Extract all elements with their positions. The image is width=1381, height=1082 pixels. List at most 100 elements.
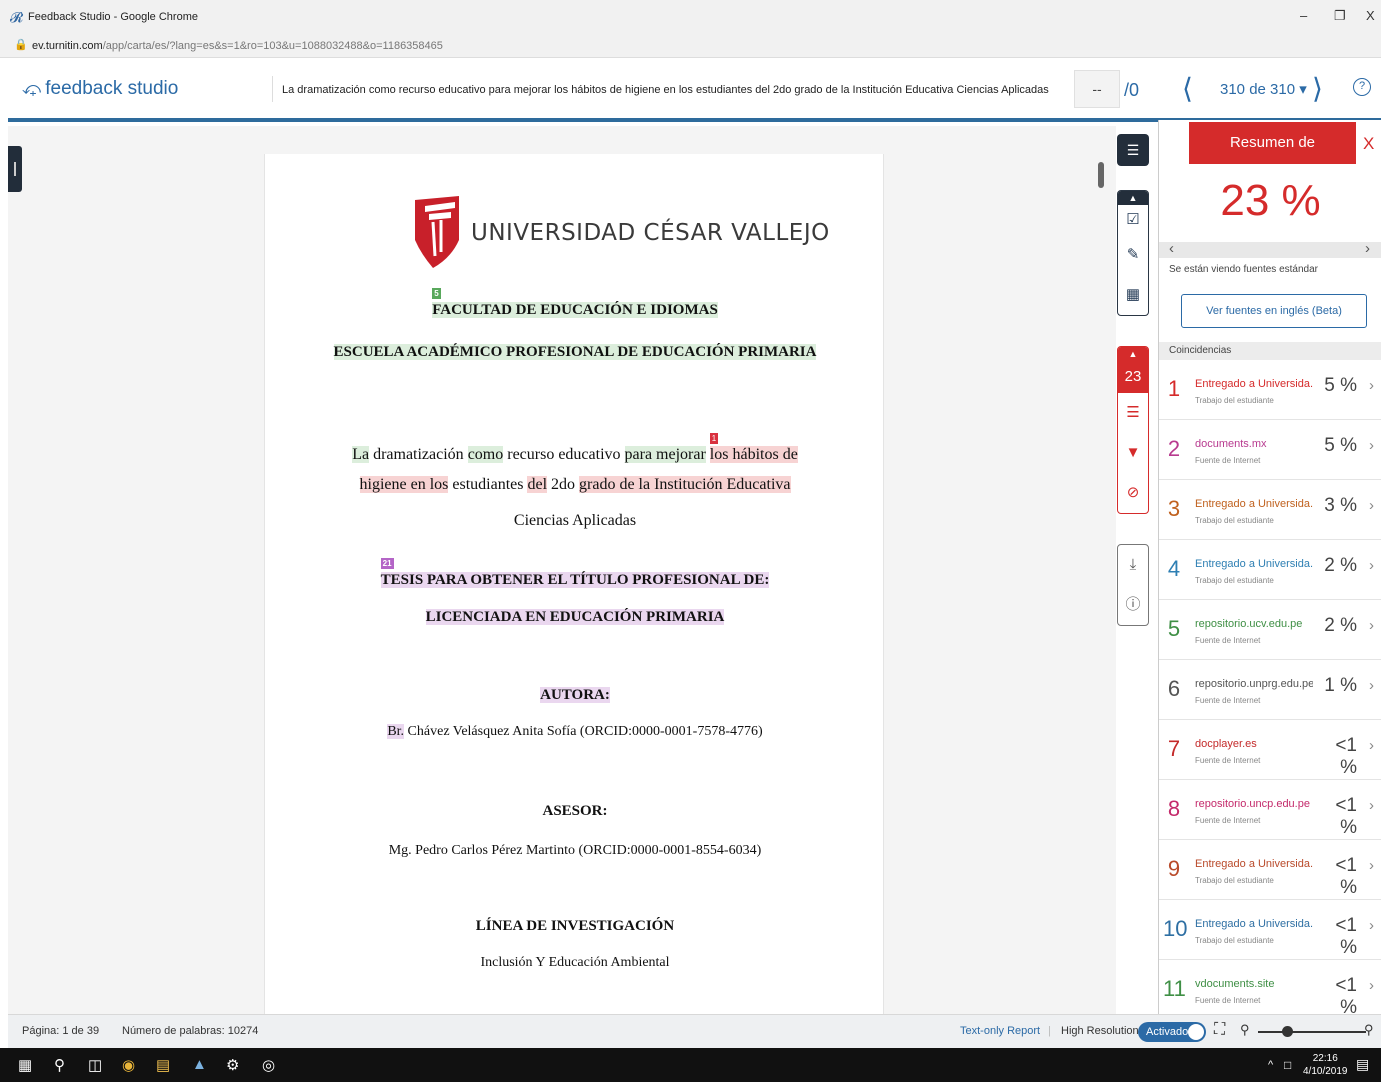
- match-expand-chevron-icon[interactable]: ›: [1369, 557, 1374, 574]
- school-text[interactable]: ESCUELA ACADÉMICO PROFESIONAL DE EDUCACI…: [333, 344, 817, 360]
- match-expand-chevron-icon[interactable]: ›: [1369, 497, 1374, 514]
- match-expand-chevron-icon[interactable]: ›: [1369, 377, 1374, 394]
- thesis-text-2[interactable]: LICENCIADA EN EDUCACIÓN PRIMARIA: [425, 609, 725, 625]
- text-only-report-link[interactable]: Text-only Report: [960, 1025, 1040, 1037]
- thesis-text-1[interactable]: TESIS PARA OBTENER EL TÍTULO PROFESIONAL…: [380, 572, 770, 588]
- zoom-slider[interactable]: [1258, 1031, 1366, 1033]
- match-source[interactable]: Entregado a Universida...: [1195, 918, 1313, 930]
- match-expand-chevron-icon[interactable]: ›: [1369, 977, 1374, 994]
- match-source[interactable]: vdocuments.site: [1195, 978, 1313, 990]
- windows-start-icon[interactable]: ▦: [18, 1056, 32, 1074]
- faculty-text[interactable]: FACULTAD DE EDUCACIÓN E IDIOMAS: [432, 302, 718, 318]
- panel-close-icon[interactable]: X: [1363, 134, 1374, 154]
- filter-icon[interactable]: ▼: [1118, 433, 1148, 473]
- title-part-dramatizacion: dramatización: [369, 446, 468, 463]
- match-tag-21[interactable]: 21: [380, 558, 394, 569]
- match-source-type: Fuente de Internet: [1195, 996, 1261, 1005]
- grade-input[interactable]: --: [1074, 70, 1120, 108]
- match-row[interactable]: 3 Entregado a Universida... Trabajo del es…: [1159, 480, 1381, 540]
- layers-icon[interactable]: ☰: [1117, 134, 1149, 166]
- paper-navigator-dropdown[interactable]: 310 de 310 ▾: [1220, 80, 1307, 98]
- panel-prev-chevron-icon[interactable]: ‹: [1169, 240, 1174, 257]
- url-text[interactable]: ev.turnitin.com/app/carta/es/?lang=es&s=…: [32, 40, 443, 52]
- fullscreen-icon[interactable]: ⛶: [1214, 1021, 1225, 1039]
- match-source[interactable]: Entregado a Universida...: [1195, 498, 1313, 510]
- previous-paper-chevron-icon[interactable]: ⟨: [1182, 72, 1193, 105]
- help-icon[interactable]: ?: [1353, 78, 1371, 96]
- match-row[interactable]: 8 repositorio.uncp.edu.pe Fuente de Intern…: [1159, 780, 1381, 840]
- match-expand-chevron-icon[interactable]: ›: [1369, 857, 1374, 874]
- rubric-grid-icon[interactable]: ▦: [1118, 275, 1148, 315]
- match-expand-chevron-icon[interactable]: ›: [1369, 617, 1374, 634]
- title-part-grado[interactable]: grado de la Institución Educativa: [579, 476, 791, 493]
- match-expand-chevron-icon[interactable]: ›: [1369, 917, 1374, 934]
- author-prefix[interactable]: Br.: [387, 724, 405, 739]
- tray-expand-icon[interactable]: ^: [1268, 1059, 1273, 1071]
- match-row[interactable]: 10 Entregado a Universida... Trabajo del e…: [1159, 900, 1381, 960]
- zoom-in-icon[interactable]: ⚲: [1364, 1022, 1374, 1038]
- match-expand-chevron-icon[interactable]: ›: [1369, 677, 1374, 694]
- similarity-layer-icon[interactable]: ▲: [1118, 347, 1148, 361]
- match-row[interactable]: 4 Entregado a Universida... Trabajo del es…: [1159, 540, 1381, 600]
- match-tag-5[interactable]: 5: [432, 288, 441, 299]
- author-label[interactable]: AUTORA:: [540, 687, 610, 703]
- network-icon[interactable]: □: [1284, 1058, 1291, 1072]
- circle-app-icon[interactable]: ◎: [262, 1056, 275, 1074]
- checkbox-icon[interactable]: ☑: [1118, 205, 1148, 235]
- similarity-score-button[interactable]: 23: [1118, 361, 1148, 393]
- zoom-out-icon[interactable]: ⚲: [1240, 1022, 1250, 1038]
- match-source[interactable]: repositorio.ucv.edu.pe: [1195, 618, 1313, 630]
- panel-next-chevron-icon[interactable]: ›: [1365, 240, 1370, 257]
- grading-layer-icon[interactable]: ▲: [1118, 191, 1148, 205]
- match-row[interactable]: 11 vdocuments.site Fuente de Internet <1 % ›: [1159, 960, 1381, 1020]
- match-row[interactable]: 6 repositorio.unprg.edu.pe Fuente de Inter…: [1159, 660, 1381, 720]
- feedback-studio-logo[interactable]: ⤽ feedback studio: [22, 78, 178, 100]
- match-row[interactable]: 5 repositorio.ucv.edu.pe Fuente de Interne…: [1159, 600, 1381, 660]
- close-window-icon[interactable]: X: [1366, 8, 1375, 23]
- match-expand-chevron-icon[interactable]: ›: [1369, 797, 1374, 814]
- match-row[interactable]: 7 docplayer.es Fuente de Internet <1 % ›: [1159, 720, 1381, 780]
- side-drawer-handle[interactable]: [8, 146, 22, 192]
- match-source[interactable]: Entregado a Universida...: [1195, 858, 1313, 870]
- download-icon[interactable]: ⤓: [1118, 545, 1148, 585]
- match-source[interactable]: docplayer.es: [1195, 738, 1313, 750]
- match-source[interactable]: Entregado a Universida...: [1195, 558, 1313, 570]
- title-part-higiene[interactable]: higiene en los: [359, 476, 449, 493]
- document-scrollbar[interactable]: [1098, 162, 1104, 188]
- search-icon[interactable]: ⚲: [54, 1056, 65, 1074]
- chrome-icon[interactable]: ◉: [122, 1056, 135, 1074]
- exclude-sources-icon[interactable]: ⊘: [1118, 473, 1148, 513]
- tool-app-icon[interactable]: ⚙: [226, 1056, 239, 1074]
- match-source[interactable]: repositorio.unprg.edu.pe: [1195, 678, 1313, 690]
- title-part-como[interactable]: como: [467, 446, 504, 463]
- title-part-para-mejorar[interactable]: para mejorar: [624, 446, 706, 463]
- address-bar[interactable]: 🔒 ev.turnitin.com/app/carta/es/?lang=es&…: [0, 34, 1381, 58]
- file-explorer-icon[interactable]: ▤: [156, 1056, 170, 1074]
- match-expand-chevron-icon[interactable]: ›: [1369, 737, 1374, 754]
- next-paper-chevron-icon[interactable]: ⟩: [1312, 72, 1323, 105]
- task-view-icon[interactable]: ◫: [88, 1056, 102, 1074]
- match-source[interactable]: documents.mx: [1195, 438, 1313, 450]
- match-tag-1[interactable]: 1: [709, 433, 719, 444]
- notifications-icon[interactable]: ▤: [1356, 1056, 1369, 1073]
- all-sources-icon[interactable]: ☰: [1118, 393, 1148, 433]
- title-part-del[interactable]: del: [527, 476, 548, 493]
- minimize-icon[interactable]: –: [1300, 8, 1307, 23]
- english-sources-button[interactable]: Ver fuentes en inglés (Beta): [1181, 294, 1367, 328]
- edit-comment-icon[interactable]: ✎: [1118, 235, 1148, 275]
- match-row[interactable]: 2 documents.mx Fuente de Internet 5 % ›: [1159, 420, 1381, 480]
- zoom-slider-handle[interactable]: [1282, 1026, 1293, 1037]
- title-part-la[interactable]: La: [352, 446, 370, 463]
- restore-icon[interactable]: ❐: [1334, 8, 1346, 24]
- high-resolution-toggle[interactable]: Activado: [1138, 1022, 1206, 1042]
- title-part-los-habitos[interactable]: los hábitos de: [709, 446, 798, 463]
- info-icon[interactable]: ⓘ: [1118, 585, 1148, 625]
- match-source[interactable]: Entregado a Universida...: [1195, 378, 1313, 390]
- app-icon[interactable]: ▲: [192, 1056, 207, 1073]
- match-row[interactable]: 1 Entregado a Universida... Trabajo del es…: [1159, 360, 1381, 420]
- title-part-estudiantes: estudiantes: [448, 476, 528, 493]
- match-row[interactable]: 9 Entregado a Universida... Trabajo del es…: [1159, 840, 1381, 900]
- match-expand-chevron-icon[interactable]: ›: [1369, 437, 1374, 454]
- match-source[interactable]: repositorio.uncp.edu.pe: [1195, 798, 1313, 810]
- clock[interactable]: 22:16 4/10/2019: [1303, 1052, 1348, 1078]
